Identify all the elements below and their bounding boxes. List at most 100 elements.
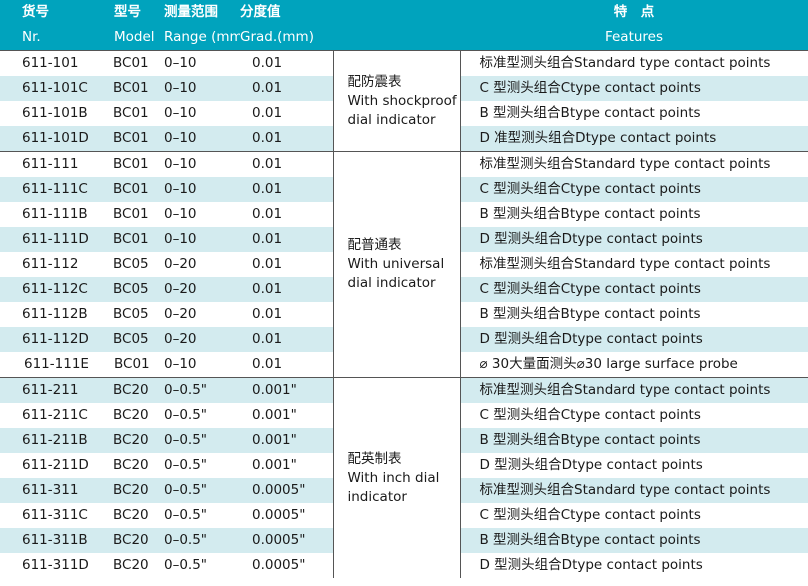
cell-model: BC20 — [113, 507, 149, 523]
cell-model: BC01 — [114, 356, 150, 372]
cell-feature: C 型测头组合Ctype contact points — [459, 403, 808, 428]
cell-code: 611-111C — [0, 177, 110, 202]
cell-feature: D 型测头组合Dtype contact points — [459, 227, 808, 252]
cell-code: 611-311C — [22, 507, 88, 523]
cell-range: 0–10 — [158, 227, 240, 252]
cell-grad: 0.001" — [240, 428, 333, 453]
cell-code: 611-101D — [0, 126, 110, 152]
cell-range: 0–10 — [158, 177, 240, 202]
cell-model: BC20 — [113, 457, 149, 473]
cell-range: 0–0.5" — [158, 377, 240, 403]
cell-range: 0–20 — [158, 327, 240, 352]
header-spacer — [333, 0, 460, 25]
table-row: 611-101 BC01 0–10 0.01 配防震表 With shockproof di… — [0, 50, 808, 152]
cell-model: BC05 — [110, 327, 158, 352]
cell-code: 611-101B — [22, 105, 88, 121]
header-grad-cn: 分度值 — [240, 4, 281, 20]
cell-model: BC01 — [113, 55, 149, 71]
cell-code: 611-211 — [0, 377, 110, 403]
cell-range: 0–10 — [158, 151, 240, 177]
cell-grad: 0.0005" — [240, 528, 333, 553]
cell-grad: 0.01 — [252, 206, 283, 222]
cell-range: 0–0.5" — [158, 428, 240, 453]
header-range-en: Range (mm) — [158, 25, 240, 51]
cell-range: 0–0.5" — [164, 407, 208, 423]
cell-range: 0–20 — [164, 306, 197, 322]
cell-range: 0–0.5" — [158, 478, 240, 503]
cell-code: 611-111 — [0, 151, 110, 177]
cell-model: BC01 — [110, 177, 158, 202]
cell-grad: 0.01 — [252, 356, 283, 372]
cell-model: BC05 — [113, 256, 149, 272]
cell-code: 611-101C — [0, 76, 110, 101]
cell-grad: 0.01 — [240, 327, 333, 352]
cell-code: 611-211D — [22, 457, 89, 473]
cell-grad: 0.01 — [252, 105, 283, 121]
cell-code: 611-311B — [0, 528, 110, 553]
cell-grad: 0.01 — [240, 76, 333, 101]
cell-code: 611-112C — [0, 277, 110, 302]
cell-model: BC20 — [113, 407, 149, 423]
cell-feature: B 型测头组合Btype contact points — [459, 528, 808, 553]
cell-range: 0–0.5" — [164, 557, 208, 573]
cell-feature: C 型测头组合Ctype contact points — [459, 503, 808, 528]
header-row-cn: 货号 型号 测量范围 分度值 特 点 — [0, 0, 808, 25]
cell-model: BC01 — [110, 151, 158, 177]
cell-grad: 0.01 — [240, 227, 333, 252]
cell-feature: 标准型测头组合Standard type contact points — [459, 252, 808, 277]
section-description-line: 配普通表 — [347, 237, 402, 253]
cell-grad: 0.01 — [252, 256, 283, 272]
cell-grad: 0.01 — [252, 55, 283, 71]
section-description-line: With inch dial — [347, 469, 440, 486]
header-model-cn: 型号 — [114, 4, 141, 20]
cell-model: BC20 — [110, 377, 158, 403]
section-description-line: indicator — [347, 488, 407, 505]
cell-grad: 0.001" — [240, 377, 333, 403]
section-description-line: With universal — [347, 256, 445, 272]
cell-code: 611-112B — [22, 306, 88, 322]
section-description: 配普通表 With universal dial indicator — [332, 151, 460, 378]
cell-range: 0–20 — [164, 256, 197, 272]
cell-code: 611-111D — [0, 227, 110, 252]
table-row: 611-111 BC01 0–10 0.01 配普通表 With universal dia… — [0, 151, 808, 378]
cell-model: BC01 — [113, 105, 149, 121]
section-description-line: 配英制表 — [347, 450, 402, 467]
cell-code: 611-112D — [0, 327, 110, 352]
section-description-line: With shockproof — [347, 92, 457, 109]
header-code-cn: 货号 — [22, 4, 49, 20]
cell-range: 0–0.5" — [164, 507, 208, 523]
table-row: 611-211 BC20 0–0.5" 0.001" 配英制表 With inch dia… — [0, 377, 808, 578]
header-code-en: Nr. — [0, 25, 110, 51]
cell-feature: 标准型测头组合Standard type contact points — [459, 50, 808, 76]
section-description: 配防震表 With shockproof dial indicator — [332, 50, 460, 152]
cell-grad: 0.001" — [252, 457, 297, 473]
header-features-en: Features — [460, 25, 808, 51]
cell-code: 611-111E — [24, 356, 89, 372]
cell-code: 611-311 — [0, 478, 110, 503]
cell-feature: D 准型测头组合Dtype contact points — [459, 126, 808, 152]
cell-grad: 0.01 — [240, 126, 333, 152]
cell-model: BC01 — [110, 227, 158, 252]
cell-model: BC05 — [110, 277, 158, 302]
section-description-line: dial indicator — [347, 275, 436, 291]
spec-table: 货号 型号 测量范围 分度值 特 点 Nr. Model Range (mm) … — [0, 0, 808, 578]
cell-grad: 0.0005" — [240, 478, 333, 503]
cell-feature: C 型测头组合Ctype contact points — [459, 277, 808, 302]
header-model-en: Model — [110, 25, 158, 51]
header-row-en: Nr. Model Range (mm) Grad.(mm) Features — [0, 25, 808, 51]
cell-code: 611-211C — [22, 407, 88, 423]
cell-feature: D 型测头组合Dtype contact points — [459, 327, 808, 352]
header-range-cn: 测量范围 — [164, 4, 218, 20]
cell-grad: 0.01 — [240, 177, 333, 202]
cell-model: BC20 — [113, 557, 149, 573]
cell-feature: 标准型测头组合Standard type contact points — [459, 478, 808, 503]
cell-grad: 0.01 — [240, 277, 333, 302]
section-description-line: dial indicator — [347, 111, 436, 128]
cell-feature: ⌀ 30大量面测头⌀30 large surface probe — [459, 352, 808, 378]
cell-range: 0–0.5" — [164, 457, 208, 473]
cell-feature: C 型测头组合Ctype contact points — [459, 76, 808, 101]
section-description: 配英制表 With inch dial indicator — [332, 377, 460, 578]
cell-range: 0–0.5" — [158, 528, 240, 553]
cell-feature: C 型测头组合Ctype contact points — [459, 177, 808, 202]
cell-feature: B 型测头组合Btype contact points — [459, 202, 808, 227]
